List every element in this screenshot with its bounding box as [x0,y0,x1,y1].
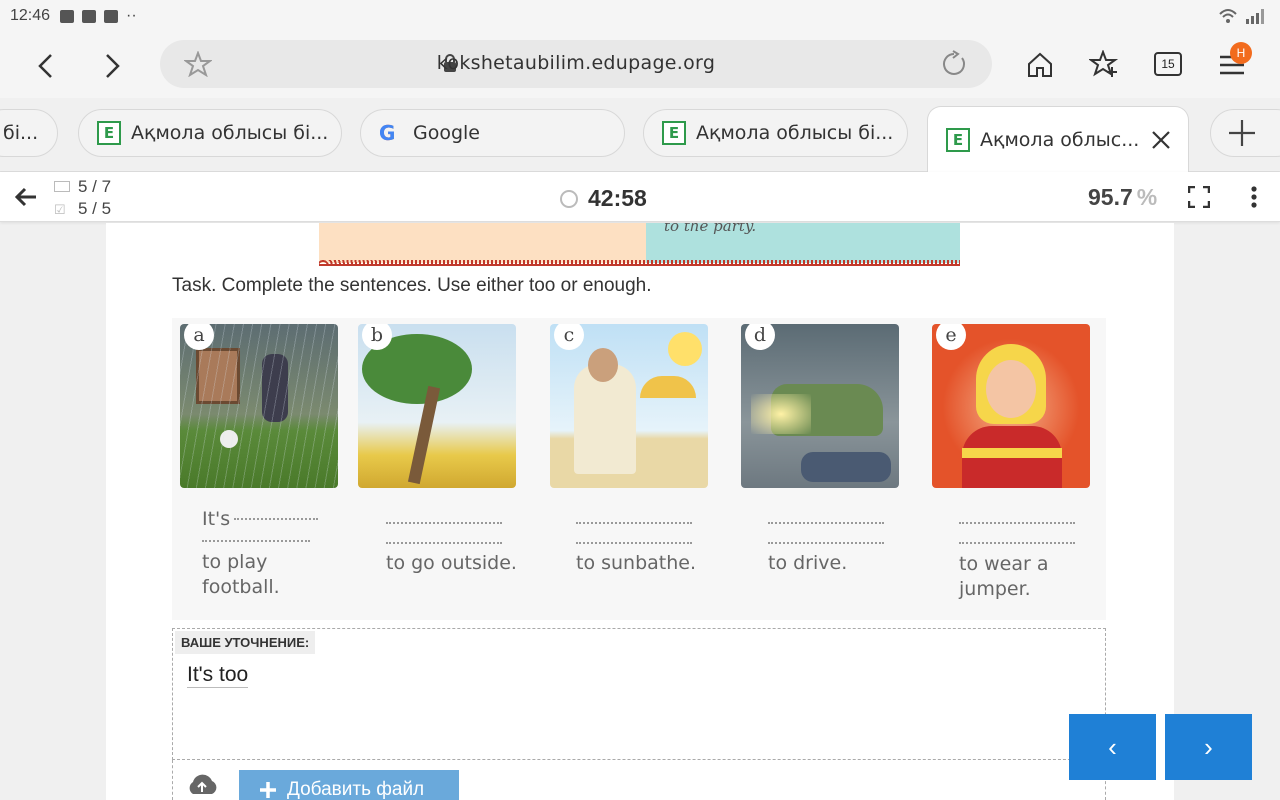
banner-text: to the party. [664,223,757,235]
chevron-left-icon: ‹ [1108,731,1117,762]
caption: to go outside. [386,552,517,574]
fullscreen-icon[interactable] [1188,186,1210,208]
tab-3[interactable]: E Ақмола облысы бі... [643,109,908,157]
tab-1[interactable]: E Ақмола облысы бі... [78,109,342,157]
previous-illustration-strip: to the party. [319,223,960,266]
status-bar: 12:46 ·· [0,0,1280,32]
tab-2[interactable]: G Google [360,109,625,157]
question-content: to the party. Task. Complete the sentenc… [106,223,1174,800]
chevron-right-icon [106,54,120,78]
more-vert-icon[interactable] [1250,185,1258,209]
system-indicators [1218,8,1266,24]
timer-value: 42:58 [588,185,647,211]
exercise-b-text: to go outside. [386,512,546,574]
task-instruction: Task. Complete the sentences. Use either… [172,275,652,296]
home-icon[interactable] [1026,51,1054,79]
timer: 42:58 [560,185,647,212]
tab-switcher-button[interactable]: 15 [1154,52,1182,76]
prefix: It's [202,508,231,530]
caption: to play football. [202,551,280,598]
signal-icon [1246,9,1264,24]
picture-letter: e [936,324,966,350]
url-bar[interactable]: kokshetaubilim.edupage.org [160,40,992,88]
address-bar-row: kokshetaubilim.edupage.org 15 H [0,32,1280,98]
chevron-left-icon [38,54,52,78]
tab-title: бі... [3,122,39,144]
edupage-favicon-icon: E [97,121,121,145]
worksheet-image: a b c d e It's to play football. to go o… [172,318,1106,620]
back-button[interactable] [24,44,68,88]
test-toolbar: 5 / 7 ☑ 5 / 5 42:58 95.7% [0,172,1280,222]
chevron-right-icon: › [1204,731,1213,762]
edupage-favicon-icon: E [662,121,686,145]
screens-counter: 5 / 7 [78,177,112,196]
picture-letter: c [554,324,584,350]
plus-icon [260,782,276,798]
clock: 12:46 [10,7,51,24]
picture-e-hot-girl: e [932,324,1090,488]
tab-title: Google [413,122,481,144]
menu-button[interactable]: H [1218,42,1252,83]
monitor-icon [54,181,70,192]
incognito-notification-icon [82,9,97,23]
picture-b-windy-tree: b [358,324,516,488]
answer-text[interactable]: It's too [187,663,249,688]
tab-title: Ақмола облыс... [980,128,1140,151]
caption: to wear a jumper. [959,553,1049,600]
score: 95.7% [1088,184,1157,211]
tab-4-active[interactable]: E Ақмола облыс... [927,106,1189,172]
answer-input-box[interactable]: ВАШЕ УТОЧНЕНИЕ: It's too [172,628,1106,760]
image-notification-icon [60,9,75,23]
progress-counters: 5 / 7 ☑ 5 / 5 [54,176,111,221]
tab-strip: бі... E Ақмола облысы бі... G Google E А… [0,98,1280,172]
caption: to sunbathe. [576,552,697,574]
wifi-icon [1219,9,1237,23]
exercise-e-text: to wear a jumper. [959,512,1119,602]
exercise-d-text: to drive. [768,512,928,574]
previous-question-button[interactable]: ‹ [1069,714,1156,780]
add-file-button[interactable]: Добавить файл [239,770,459,800]
tab-count: 15 [1161,57,1175,71]
url-text: kokshetaubilim.edupage.org [436,52,716,74]
reload-icon[interactable] [940,50,968,78]
menu-badge: H [1230,42,1252,64]
forward-button[interactable] [90,44,134,88]
bookmarks-icon[interactable] [1089,50,1119,80]
answered-counter: 5 / 5 [78,199,112,218]
more-notifications-icon: ·· [126,7,137,24]
picture-c-sunbathe: c [550,324,708,488]
caption: to drive. [768,552,848,574]
arrow-left-icon[interactable] [14,186,38,208]
exercise-a-text: It's to play football. [202,508,362,600]
new-tab-button[interactable] [1210,109,1280,157]
close-tab-icon[interactable] [1151,130,1171,150]
picture-letter: d [745,324,775,350]
score-value: 95.7 [1088,184,1133,210]
checkbox-icon: ☑ [54,202,66,217]
plus-icon [1229,120,1255,146]
tab-0[interactable]: бі... [0,109,58,157]
next-question-button[interactable]: › [1165,714,1252,780]
upload-row: Добавить файл [172,760,1106,800]
tab-title: Ақмола облысы бі... [696,122,894,144]
add-file-label: Добавить файл [287,779,425,800]
google-favicon-icon: G [379,121,403,145]
edupage-favicon-icon: E [946,127,970,152]
answer-label: ВАШЕ УТОЧНЕНИЕ: [175,631,316,654]
picture-a-rain-football: a [180,324,338,488]
exercise-c-text: to sunbathe. [576,512,736,574]
score-unit: % [1136,184,1158,210]
shopping-bag-icon [104,9,119,23]
tab-title: Ақмола облысы бі... [131,122,329,144]
picture-d-car-fog: d [741,324,899,488]
clock-icon [560,189,578,208]
cloud-upload-icon[interactable] [185,772,219,796]
